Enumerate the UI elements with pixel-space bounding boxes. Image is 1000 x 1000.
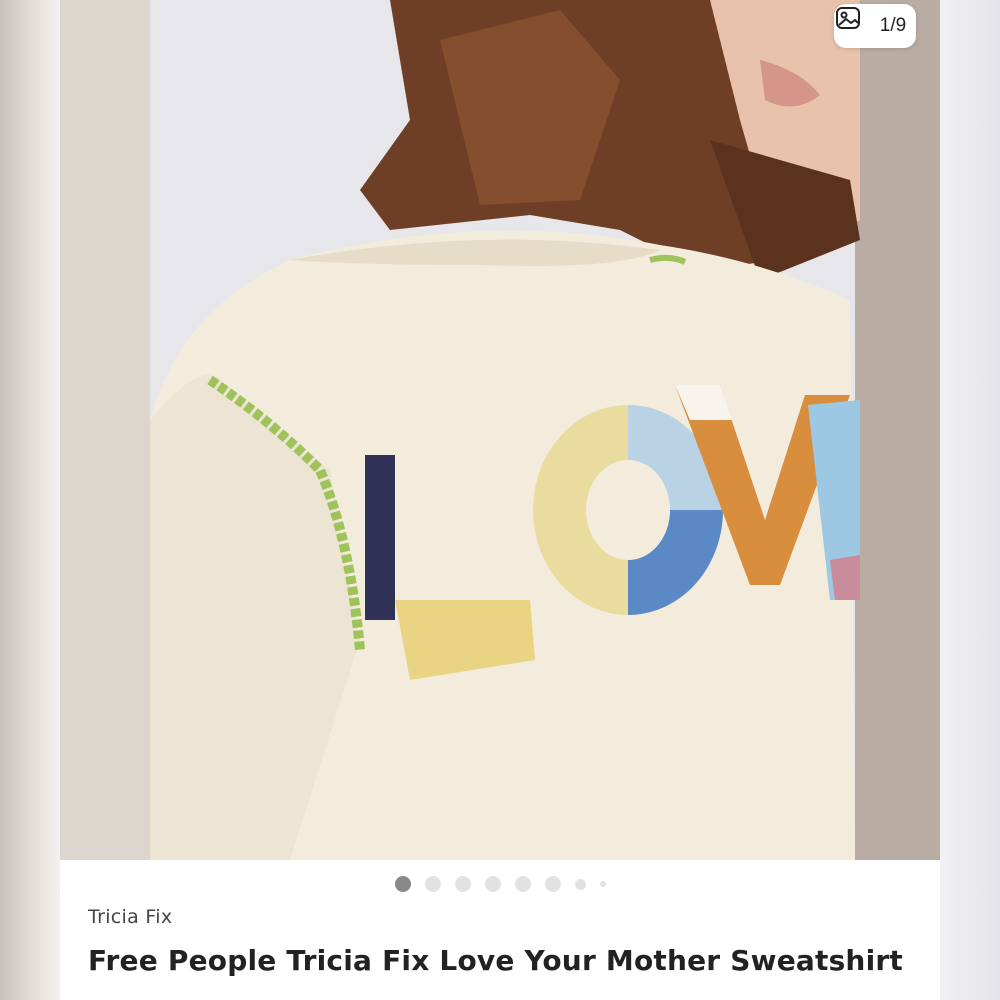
carousel-dot-7[interactable]	[574, 878, 586, 890]
product-title: Free People Tricia Fix Love Your Mother …	[88, 944, 903, 977]
carousel-dot-4[interactable]	[484, 876, 501, 892]
carousel-dot-3[interactable]	[454, 876, 471, 892]
carousel-dot-8[interactable]	[599, 881, 606, 887]
carousel-pagination	[60, 872, 940, 896]
carousel-dot-5[interactable]	[514, 876, 531, 892]
image-counter-badge[interactable]: 1/9	[834, 4, 916, 48]
background-left-edge	[0, 0, 60, 1000]
product-card: 1/9 Tricia Fix Free People Tricia Fix Lo…	[60, 0, 940, 1000]
carousel-dot-6[interactable]	[544, 876, 561, 892]
background-right-edge	[940, 0, 1000, 1000]
image-counter-text: 1/9	[879, 15, 907, 36]
product-photo-illustration	[60, 0, 940, 860]
product-image[interactable]: 1/9	[60, 0, 940, 860]
product-brand[interactable]: Tricia Fix	[88, 906, 172, 928]
image-icon	[836, 7, 872, 40]
carousel-dot-1[interactable]	[394, 876, 411, 892]
carousel-dot-2[interactable]	[424, 876, 441, 892]
